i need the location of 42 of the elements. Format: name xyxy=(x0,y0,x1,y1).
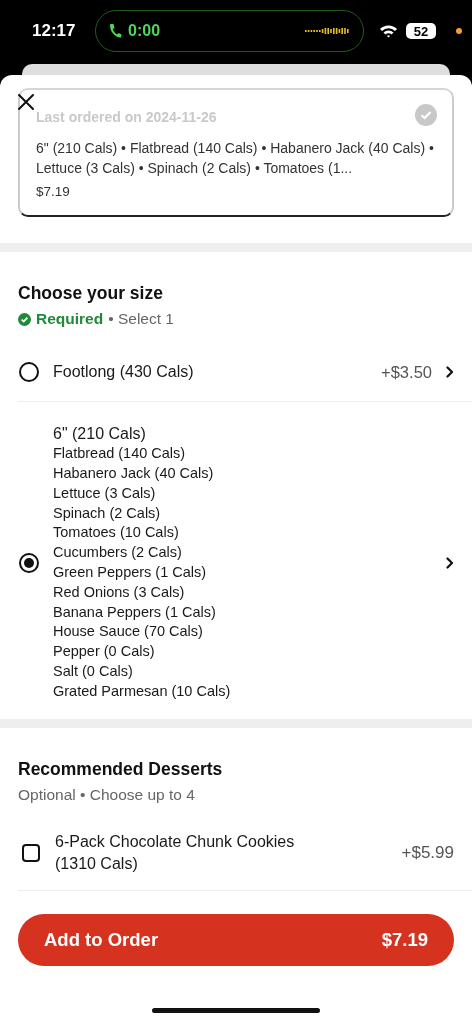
ingredient-line: Pepper (0 Cals) xyxy=(53,642,156,662)
ingredient-line: Cucumbers (2 Cals) xyxy=(53,543,183,563)
ingredient-line: Salt (0 Cals) xyxy=(53,662,134,681)
chevron-right-icon xyxy=(446,557,454,569)
clock-time: 12:17 xyxy=(32,21,77,41)
ingredient-line: Red Onions (3 Cals) xyxy=(53,582,186,602)
option-label: 6" (210 Cals) xyxy=(53,424,147,445)
radio-button[interactable] xyxy=(19,553,39,573)
radio-button[interactable] xyxy=(19,362,39,382)
option-label: Footlong (430 Cals) xyxy=(53,363,194,380)
ingredient-line: Green Peppers (1 Cals) xyxy=(53,563,208,582)
ingredient-line: Lettuce (3 Cals) xyxy=(53,483,157,503)
order-summary: 6" (210 Cals) • Flatbread (140 Cals) • Habanero Jack (40 Cals) • Lettuce (3 Cals) • Spinach (2 Cals) • Tomatoes (1... xyxy=(36,139,435,178)
close-icon[interactable] xyxy=(17,93,35,111)
section-title: Recommended Desserts xyxy=(18,758,224,780)
check-circle-icon xyxy=(18,312,31,326)
option-price: +$5.99 xyxy=(401,843,454,863)
section-title: Choose your size xyxy=(18,282,164,304)
add-to-order-button[interactable]: Add to Order $7.19 xyxy=(18,914,454,966)
required-label: Required xyxy=(36,309,104,329)
size-option[interactable]: Footlong (430 Cals) +$3.50 xyxy=(18,343,472,402)
selection-rule: • Select 1 xyxy=(108,309,174,329)
ingredient-line: Tomatoes (10 Cals) xyxy=(53,523,180,543)
ingredient-line: Grated Parmesan (10 Cals) xyxy=(53,681,232,701)
chevron-right-icon xyxy=(446,366,454,378)
checkbox[interactable] xyxy=(22,844,40,862)
order-price: $7.19 xyxy=(36,184,71,199)
phone-icon xyxy=(108,23,122,39)
call-timer: 0:00 xyxy=(128,22,162,40)
ingredient-line: Habanero Jack (40 Cals) xyxy=(53,464,215,483)
ingredient-line: Spinach (2 Cals) xyxy=(53,503,162,523)
battery-level: 52 xyxy=(406,23,436,39)
ingredient-line: Banana Peppers (1 Cals) xyxy=(53,602,217,622)
ingredient-line: Flatbread (140 Cals) xyxy=(53,444,187,464)
option-price: +$3.50 xyxy=(381,362,432,382)
waveform-icon xyxy=(305,27,349,35)
dessert-option[interactable]: 6-Pack Chocolate Chunk Cookies (1310 Cals) +$5.99 xyxy=(18,816,472,891)
privacy-dot-icon xyxy=(456,28,462,34)
option-label: 6-Pack Chocolate Chunk Cookies (1310 Cals) xyxy=(55,832,296,874)
wifi-icon xyxy=(379,24,398,38)
ingredient-line: House Sauce (70 Cals) xyxy=(53,622,204,642)
selection-rule: Optional • Choose up to 4 xyxy=(18,785,195,805)
